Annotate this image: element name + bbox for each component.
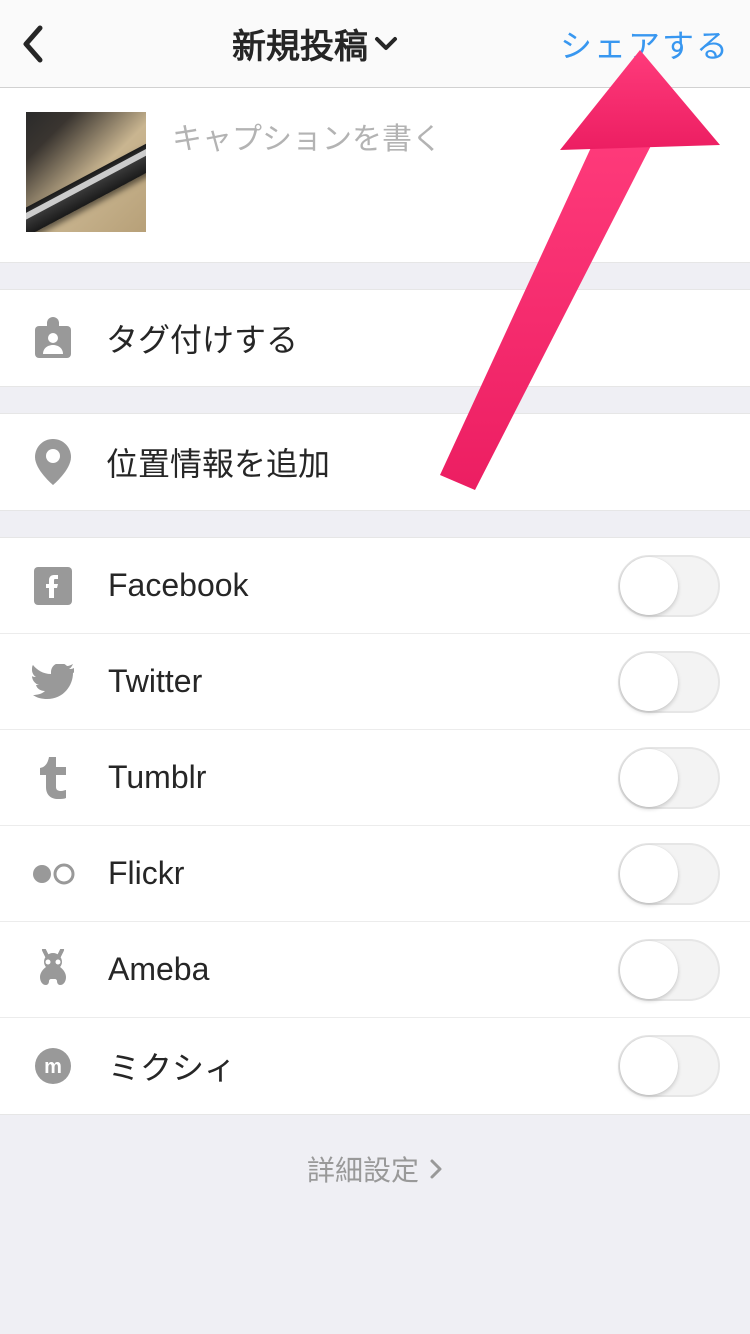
share-label: ミクシィ [108, 1043, 586, 1089]
tag-people-label: タグ付けする [106, 315, 298, 361]
back-button[interactable] [20, 24, 70, 64]
add-location-label: 位置情報を追加 [106, 439, 330, 485]
share-row-facebook: Facebook [0, 538, 750, 634]
share-row-tumblr: Tumblr [0, 730, 750, 826]
share-row-flickr: Flickr [0, 826, 750, 922]
share-row-mixi: m ミクシィ [0, 1018, 750, 1114]
twitter-icon [30, 664, 76, 700]
tumblr-icon [30, 757, 76, 799]
share-label: Ameba [108, 951, 586, 988]
toggle-twitter[interactable] [618, 651, 720, 713]
caption-section [0, 88, 750, 263]
share-services-list: Facebook Twitter Tumblr Flickr Ameba m [0, 537, 750, 1115]
location-pin-icon [30, 439, 76, 485]
chevron-down-icon [374, 36, 398, 52]
tag-people-row[interactable]: タグ付けする [0, 289, 750, 387]
chevron-left-icon [20, 24, 44, 64]
share-button[interactable]: シェアする [560, 21, 730, 67]
post-thumbnail[interactable] [26, 112, 146, 232]
flickr-icon [30, 863, 76, 885]
ameba-icon [30, 949, 76, 991]
header: 新規投稿 シェアする [0, 0, 750, 88]
share-label: Flickr [108, 855, 586, 892]
toggle-tumblr[interactable] [618, 747, 720, 809]
share-label: Tumblr [108, 759, 586, 796]
mixi-icon: m [30, 1046, 76, 1086]
facebook-icon [30, 567, 76, 605]
toggle-ameba[interactable] [618, 939, 720, 1001]
toggle-facebook[interactable] [618, 555, 720, 617]
person-tag-icon [30, 316, 76, 360]
share-label: Facebook [108, 567, 586, 604]
svg-text:m: m [44, 1056, 62, 1078]
title-dropdown[interactable]: 新規投稿 [232, 19, 398, 68]
advanced-settings-label: 詳細設定 [307, 1149, 419, 1189]
advanced-settings-row[interactable]: 詳細設定 [0, 1115, 750, 1223]
toggle-mixi[interactable] [618, 1035, 720, 1097]
add-location-row[interactable]: 位置情報を追加 [0, 413, 750, 511]
share-label: Twitter [108, 663, 586, 700]
page-title: 新規投稿 [232, 19, 368, 68]
share-row-twitter: Twitter [0, 634, 750, 730]
toggle-flickr[interactable] [618, 843, 720, 905]
chevron-right-icon [429, 1158, 443, 1180]
share-row-ameba: Ameba [0, 922, 750, 1018]
caption-input[interactable] [172, 112, 724, 232]
